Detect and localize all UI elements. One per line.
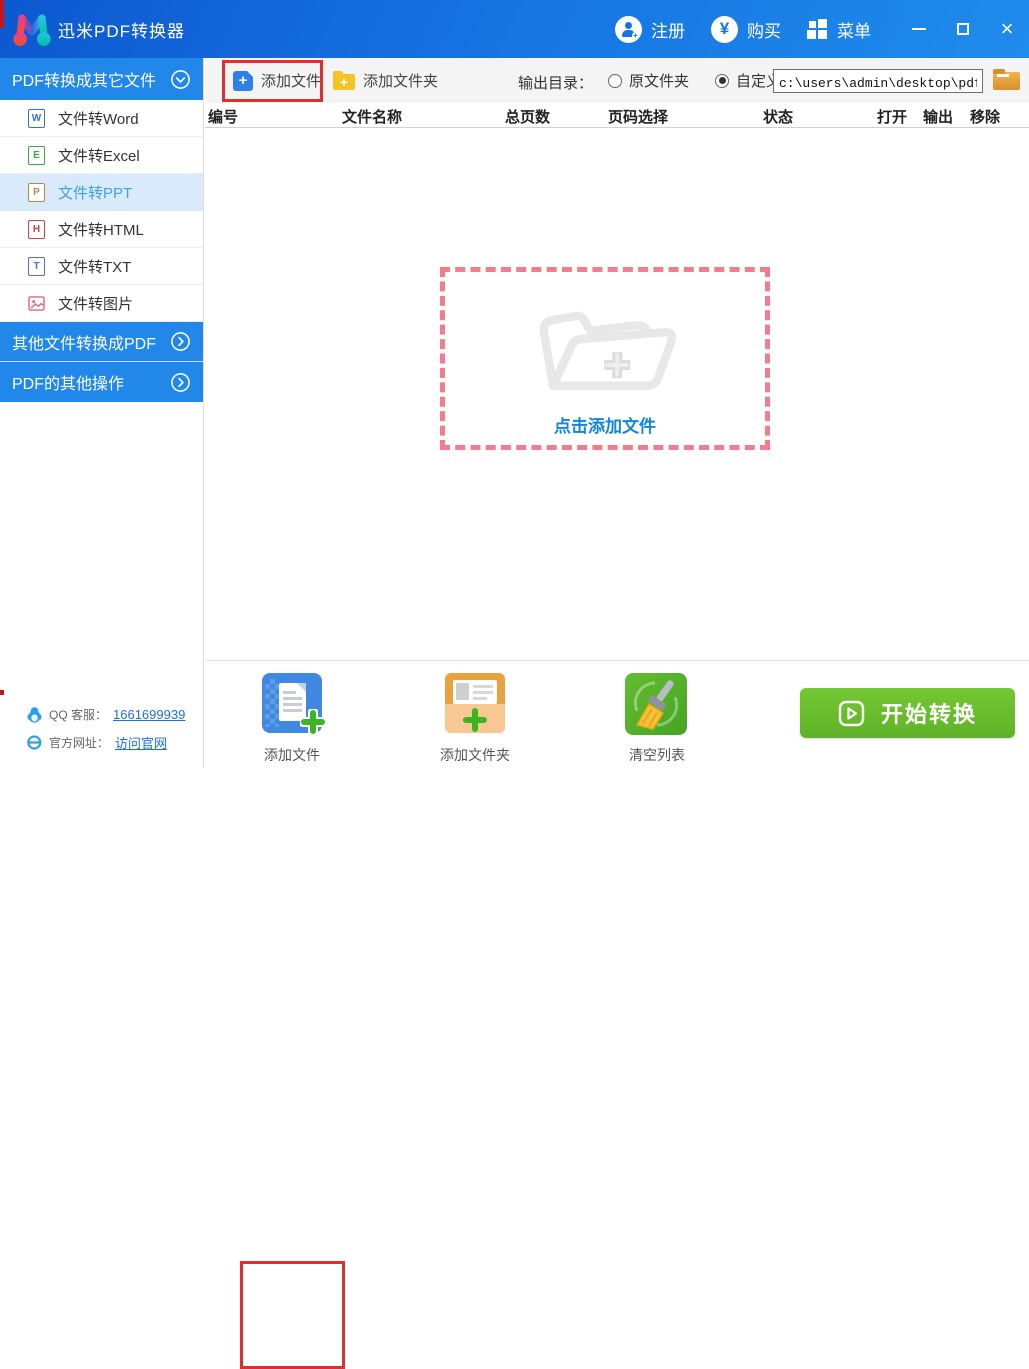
col-total-pages: 总页数 [505, 109, 551, 126]
add-folder-big-button[interactable] [445, 673, 505, 733]
word-doc-icon: W [28, 108, 45, 128]
open-folder-icon [539, 311, 677, 390]
clear-list-button[interactable] [625, 673, 687, 735]
add-file-icon: + [233, 70, 253, 91]
radio-circle-icon [715, 73, 730, 88]
image-icon [28, 295, 45, 311]
col-remove: 移除 [970, 109, 1001, 126]
output-path-input[interactable] [773, 69, 983, 93]
green-plus-icon [300, 709, 326, 735]
col-status: 状态 [763, 109, 794, 126]
output-dir-label: 输出目录： [518, 75, 594, 92]
support-info: QQ 客服： 1661699939 官方网址： 访问官网 [0, 701, 204, 757]
qq-number-link[interactable]: 1661699939 [113, 707, 185, 722]
highlight-box-add-file-bottom [240, 1261, 345, 1369]
app-logo-icon [13, 14, 51, 46]
ppt-doc-icon: P [28, 182, 45, 202]
register-label: 注册 [651, 21, 685, 41]
qq-icon [27, 707, 42, 723]
browse-folder-button[interactable] [993, 69, 1020, 91]
sidebar-section-other-to-pdf[interactable]: 其他文件转换成PDF [0, 322, 203, 362]
chevron-right-circle-icon [171, 372, 190, 392]
sidebar-item-pdf-to-excel[interactable]: E 文件转Excel [0, 137, 203, 174]
official-site-label: 官方网址： [49, 736, 110, 750]
add-folder-button[interactable]: + 添加文件夹 [333, 58, 438, 103]
add-file-big-button[interactable] [262, 673, 326, 735]
maximize-icon [957, 23, 969, 35]
excel-doc-icon: E [28, 145, 45, 165]
sidebar-section-pdf-to-other[interactable]: PDF转换成其它文件 [0, 58, 203, 100]
click-add-file-dropzone[interactable]: 点击添加文件 [440, 267, 770, 450]
register-button[interactable]: + 注册 [615, 15, 685, 43]
col-output: 输出 [923, 109, 954, 126]
file-list-area: 点击添加文件 [205, 128, 1029, 660]
sidebar-section-pdf-other-ops[interactable]: PDF的其他操作 [0, 362, 203, 402]
minimize-button[interactable] [897, 0, 941, 58]
folder-paper-icon [453, 680, 497, 704]
buy-button[interactable]: ¥ 购买 [711, 15, 781, 43]
add-file-big-label: 添加文件 [264, 747, 320, 763]
add-folder-big-label: 添加文件夹 [440, 747, 510, 763]
play-icon [838, 700, 865, 726]
html-doc-icon: H [28, 219, 45, 239]
close-icon: × [1000, 16, 1014, 41]
sidebar: PDF转换成其它文件 W 文件转Word E 文件转Excel P 文件转PPT… [0, 58, 204, 767]
radio-original-folder[interactable]: 原文件夹 [608, 70, 689, 91]
buy-label: 购买 [747, 21, 781, 41]
top-toolbar: + 添加文件 + 添加文件夹 输出目录： 原文件夹 自定义 [205, 58, 1029, 103]
close-button[interactable]: × [985, 0, 1029, 58]
col-number: 编号 [208, 109, 239, 126]
sidebar-item-pdf-to-ppt[interactable]: P 文件转PPT [0, 174, 203, 211]
menu-label: 菜单 [837, 21, 871, 41]
dropzone-hint: 点击添加文件 [554, 417, 656, 436]
window-titlebar: 迅米PDF转换器 + 注册 ¥ 购买 菜单 × [0, 0, 1029, 58]
qq-service-label: QQ 客服： [49, 708, 108, 722]
start-convert-label: 开始转换 [880, 702, 977, 727]
app-window: 迅米PDF转换器 + 注册 ¥ 购买 菜单 × PDF转换成其它文件 W 文件转… [0, 0, 1029, 1369]
broom-icon [633, 680, 679, 730]
col-filename: 文件名称 [342, 109, 403, 126]
add-file-button[interactable]: + 添加文件 [233, 58, 321, 103]
maximize-button[interactable] [941, 0, 985, 58]
sidebar-item-pdf-to-image[interactable]: 文件转图片 [0, 285, 203, 322]
green-plus-icon [462, 707, 488, 733]
chevron-down-circle-icon [171, 69, 190, 89]
txt-doc-icon: T [28, 256, 45, 276]
sidebar-item-pdf-to-word[interactable]: W 文件转Word [0, 100, 203, 137]
minimize-icon [912, 28, 926, 30]
col-page-select: 页码选择 [608, 109, 669, 126]
radio-custom-folder[interactable]: 自定义 [715, 70, 781, 91]
screen-edge-artifact [0, 690, 4, 695]
col-open: 打开 [877, 109, 908, 126]
sidebar-item-pdf-to-html[interactable]: H 文件转HTML [0, 211, 203, 248]
main-area: + 添加文件 + 添加文件夹 输出目录： 原文件夹 自定义 c:\users\a… [205, 58, 1029, 1369]
yen-icon: ¥ [711, 15, 738, 43]
official-site-link[interactable]: 访问官网 [115, 733, 167, 752]
chevron-right-circle-icon [171, 332, 190, 351]
sidebar-item-pdf-to-txt[interactable]: T 文件转TXT [0, 248, 203, 285]
file-table-header: 编号 文件名称 总页数 页码选择 状态 打开 输出 移除 [205, 103, 1029, 128]
add-folder-icon: + [333, 71, 355, 90]
screen-edge-artifact [0, 0, 4, 28]
start-convert-button[interactable]: 开始转换 [800, 688, 1015, 738]
radio-circle-icon [608, 73, 622, 88]
bottom-toolbar: 添加文件 添加文件夹 清空列表 开始转换 [205, 660, 1029, 1369]
menu-button[interactable]: 菜单 [807, 17, 871, 42]
app-title: 迅米PDF转换器 [58, 22, 185, 41]
user-add-icon: + [615, 15, 642, 43]
ie-browser-icon [27, 735, 42, 750]
clear-list-label: 清空列表 [629, 747, 685, 763]
grid-menu-icon [807, 18, 828, 40]
